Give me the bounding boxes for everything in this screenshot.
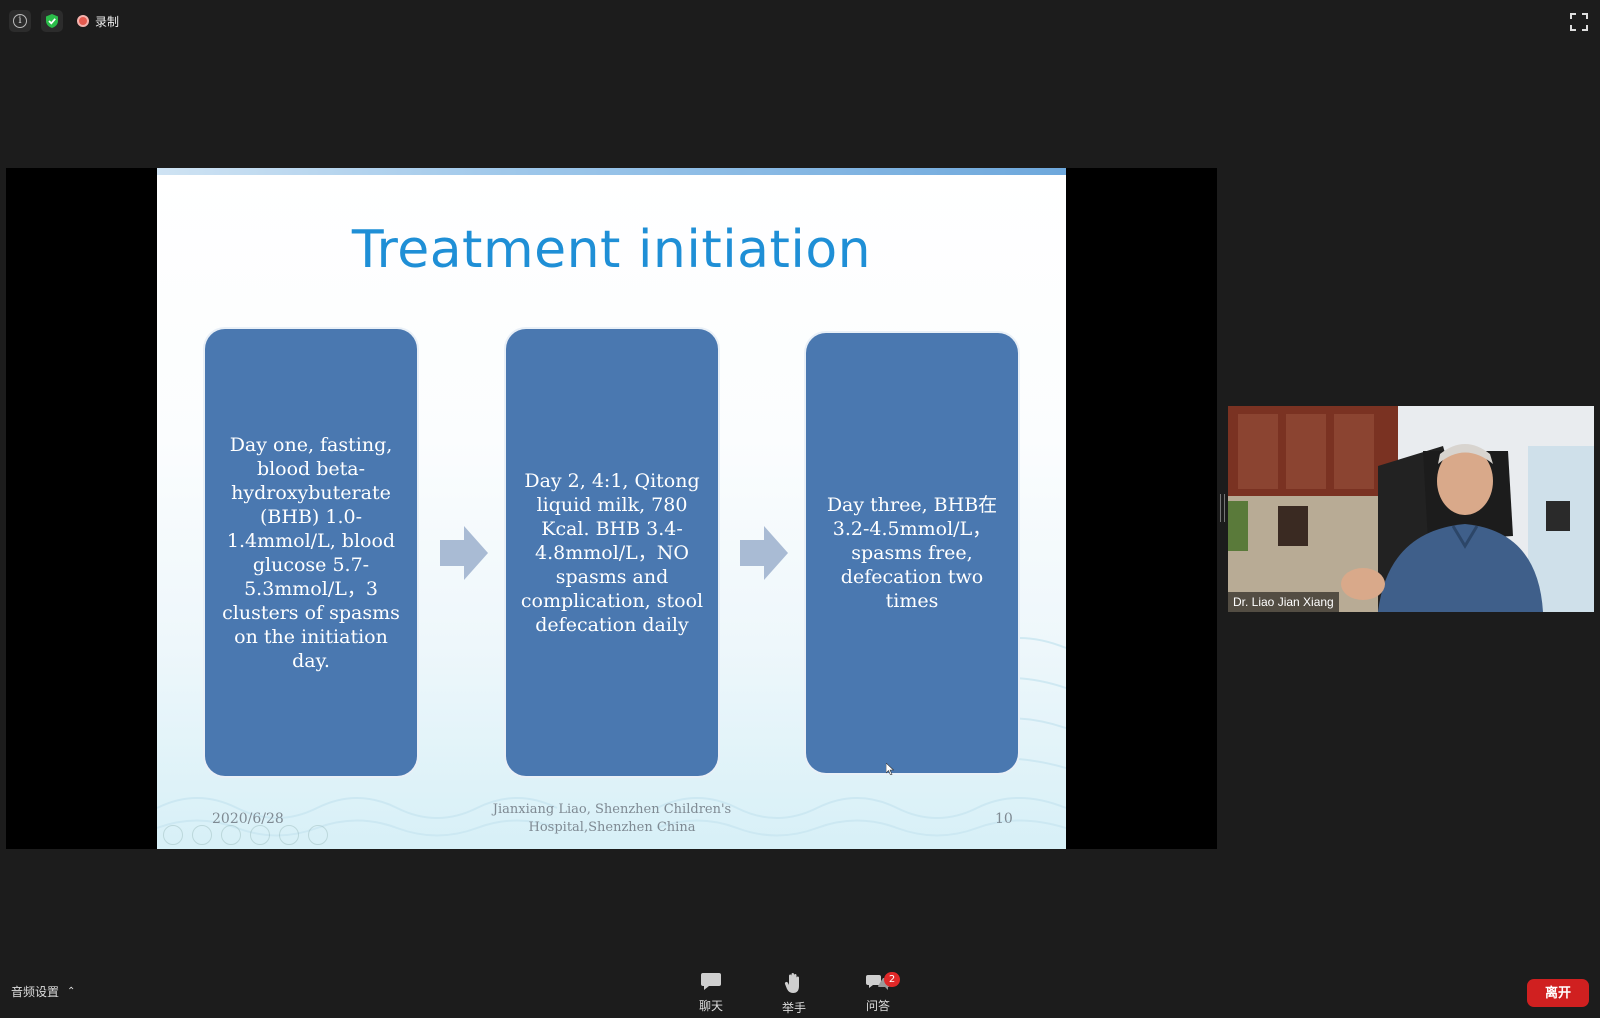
slideshow-controls [163, 825, 328, 845]
raise-hand-label: 举手 [781, 1001, 806, 1015]
mouse-cursor-icon [886, 763, 894, 775]
next-slide-icon[interactable] [192, 825, 212, 845]
panel-resize-handle[interactable] [1220, 494, 1225, 522]
chat-bubble-icon [701, 973, 721, 990]
slides-icon[interactable] [250, 825, 270, 845]
slide-title: Treatment initiation [351, 220, 872, 280]
record-label: 录制 [95, 14, 120, 29]
process-box-day-three: Day three, BHB在3.2-4.5mmol/L，spasms free… [806, 333, 1018, 773]
chat-button[interactable]: 聊天 [686, 972, 736, 1014]
shield-check-icon[interactable] [41, 10, 63, 32]
more-options-icon[interactable] [308, 825, 328, 845]
audio-settings-button[interactable]: 音频设置 ⌃ [11, 983, 75, 1000]
fullscreen-icon[interactable] [1570, 13, 1588, 31]
leave-button[interactable]: 离开 [1527, 979, 1589, 1007]
presentation-slide: Treatment initiation Day one, fasting, b… [157, 168, 1066, 849]
recording-indicator[interactable]: 录制 [77, 12, 119, 30]
chat-label: 聊天 [698, 999, 723, 1013]
participant-video-feed [1228, 406, 1594, 612]
process-box-text: Day one, fasting, blood beta-hydroxybute… [222, 433, 400, 672]
qa-button[interactable]: 2 问答 [853, 972, 903, 1014]
process-box-day-one: Day one, fasting, blood beta-hydroxybute… [205, 329, 417, 776]
audio-settings-label: 音频设置 [11, 985, 60, 999]
pen-icon[interactable] [221, 825, 241, 845]
shared-screen: Treatment initiation Day one, fasting, b… [6, 168, 1217, 849]
record-dot-icon [77, 15, 89, 27]
raise-hand-icon [784, 973, 799, 993]
qa-label: 问答 [865, 999, 890, 1013]
participant-video-tile[interactable]: Dr. Liao Jian Xiang [1228, 406, 1594, 612]
raise-hand-button[interactable]: 举手 [769, 972, 819, 1016]
process-box-day-two: Day 2, 4:1, Qitong liquid milk, 780 Kcal… [506, 329, 718, 776]
slide-footer: Jianxiang Liao, Shenzhen Children's Hosp… [492, 802, 732, 835]
process-box-text: Day three, BHB在3.2-4.5mmol/L，spasms free… [826, 494, 998, 612]
bottom-toolbar: 音频设置 ⌃ 聊天 举手 2 问答 离开 [0, 968, 1600, 1018]
zoom-icon[interactable] [279, 825, 299, 845]
right-arrow-icon [740, 526, 788, 580]
participant-name-label: Dr. Liao Jian Xiang [1228, 592, 1339, 612]
slide-page-number: 10 [995, 811, 1013, 827]
top-bar: i 录制 [0, 0, 1600, 40]
right-arrow-icon [440, 526, 488, 580]
chevron-up-icon[interactable]: ⌃ [67, 986, 75, 997]
prev-slide-icon[interactable] [163, 825, 183, 845]
qa-count-badge: 2 [884, 972, 900, 987]
process-box-text: Day 2, 4:1, Qitong liquid milk, 780 Kcal… [520, 469, 704, 636]
info-icon[interactable]: i [9, 10, 31, 32]
